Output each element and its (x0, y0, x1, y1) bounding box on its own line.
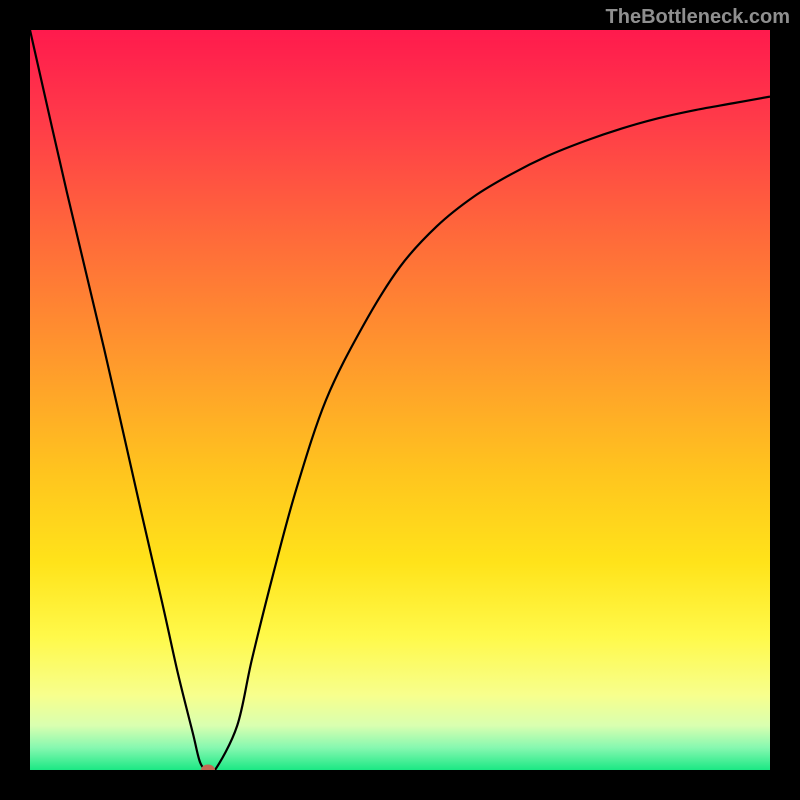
chart-frame: TheBottleneck.com (0, 0, 800, 800)
optimal-point-marker (201, 765, 215, 771)
plot-area (30, 30, 770, 770)
curve-path (30, 30, 770, 770)
bottleneck-curve (30, 30, 770, 770)
watermark-text: TheBottleneck.com (606, 6, 790, 29)
